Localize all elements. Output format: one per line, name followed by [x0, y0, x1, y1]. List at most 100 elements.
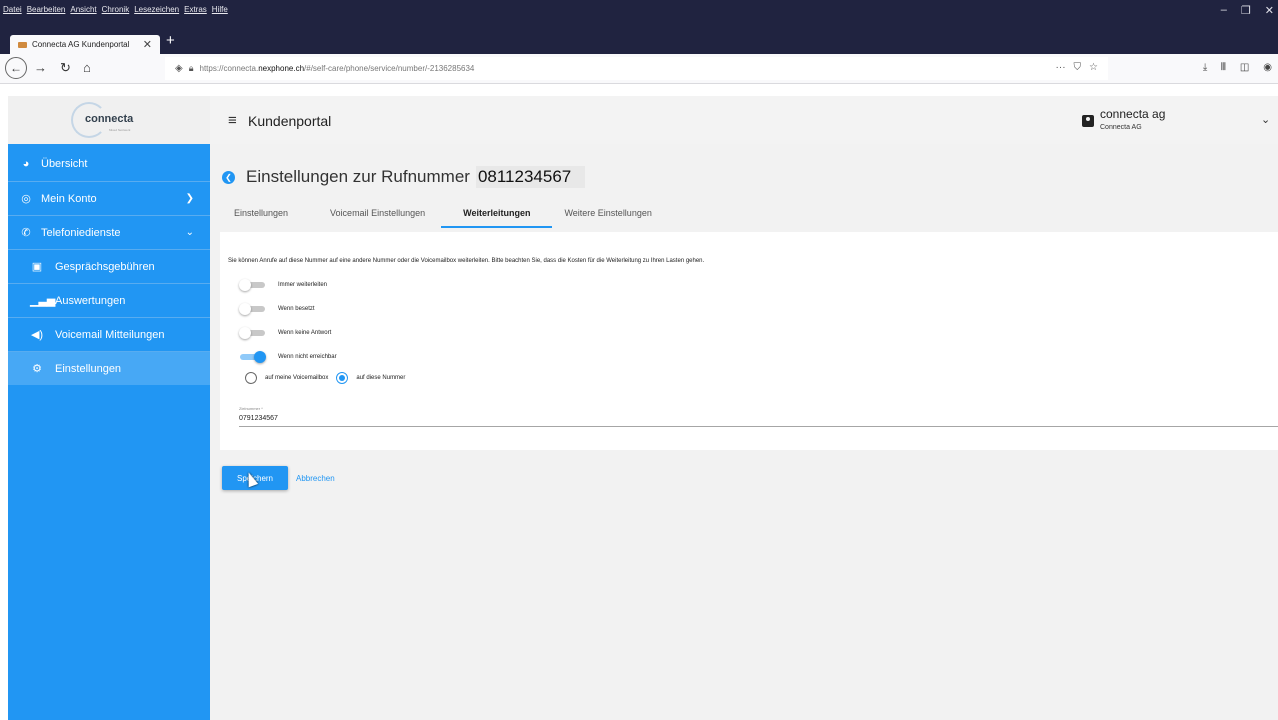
new-tab-icon[interactable]: +: [166, 32, 175, 49]
phone-number: 0811234567: [475, 166, 586, 188]
downloads-icon[interactable]: ⤓: [1203, 62, 1207, 73]
url-bar[interactable]: ◈ 🔒︎ https://connecta.nexphone.ch/#/self…: [165, 57, 1108, 80]
tab-einstellungen[interactable]: Einstellungen: [234, 202, 288, 228]
toggle-label: Wenn keine Antwort: [278, 330, 332, 336]
reload-icon[interactable]: ↻: [60, 60, 71, 76]
browser-menubar: Datei Bearbeiten Ansicht Chronik Lesezei…: [0, 0, 1278, 30]
phone-icon: ✆: [21, 227, 31, 239]
toolbar-icons: ⤓ 𝄃𝄃 ◫ ◉: [1203, 62, 1272, 73]
menu-bearbeiten[interactable]: Bearbeiten: [27, 5, 66, 14]
sidebar-item-label: Mein Konto: [41, 192, 97, 205]
restore-icon[interactable]: ❐: [1241, 4, 1251, 17]
toggle-unreachable[interactable]: [240, 350, 268, 364]
profile-icon[interactable]: ◉: [1263, 62, 1272, 73]
window-controls: – ❐ ✕: [1221, 4, 1278, 17]
cogs-icon: ⚙: [32, 363, 42, 375]
sidebar-item-einstellungen[interactable]: ⚙ Einstellungen: [8, 352, 210, 385]
toggle-always-forward[interactable]: [239, 278, 268, 292]
close-window-icon[interactable]: ✕: [1265, 4, 1274, 17]
page-title: Einstellungen zur Rufnummer: [246, 167, 470, 186]
toggle-row-always: Immer weiterleiten: [239, 278, 328, 292]
menu-datei[interactable]: Datei: [3, 5, 22, 14]
sidebar-item-label: Auswertungen: [55, 294, 126, 307]
account-circle-icon: ◎: [21, 193, 31, 205]
menu-icon[interactable]: ≡: [228, 112, 237, 129]
browser-tabstrip: Connecta AG Kundenportal ✕ +: [0, 30, 1278, 54]
forwarding-intro: Sie können Anrufe auf diese Nummer auf e…: [228, 258, 705, 264]
sidebar: connecta Mixed Netzwerk ◕ Übersicht ◎ Me…: [8, 96, 210, 720]
sidebar-item-label: Voicemail Mitteilungen: [55, 328, 165, 341]
forwarding-card: Sie können Anrufe auf diese Nummer auf e…: [220, 232, 1278, 450]
pocket-icon[interactable]: ⛉: [1074, 62, 1082, 73]
chevron-right-icon: ❯: [185, 193, 194, 204]
menu-extras[interactable]: Extras: [184, 5, 207, 14]
cancel-button[interactable]: Abbrechen: [296, 466, 335, 490]
toggle-label: Wenn besetzt: [278, 306, 315, 312]
page-actions-icon[interactable]: ···: [1056, 62, 1066, 73]
target-number-label: Zielnummer *: [239, 406, 263, 411]
radio-number[interactable]: [336, 372, 349, 384]
portal-title: Kundenportal: [248, 113, 332, 129]
logo-tagline: Mixed Netzwerk: [109, 128, 131, 132]
radio-voicemail-label[interactable]: auf meine Voicemailbox: [265, 375, 328, 381]
forward-icon[interactable]: →: [34, 60, 47, 75]
toggle-row-no-answer: Wenn keine Antwort: [239, 326, 332, 340]
dashboard-icon: ◕: [22, 157, 30, 170]
settings-tabs: Einstellungen Voicemail Einstellungen We…: [220, 202, 652, 228]
tab-weitere-einstellungen[interactable]: Weitere Einstellungen: [564, 202, 651, 228]
url-actions: ··· ⛉ ☆: [1056, 62, 1098, 73]
menu-list: Datei Bearbeiten Ansicht Chronik Lesezei…: [3, 5, 228, 14]
toggle-no-answer[interactable]: [239, 326, 268, 340]
home-icon[interactable]: ⌂: [83, 60, 91, 75]
favicon-icon: [18, 41, 27, 48]
close-tab-icon[interactable]: ✕: [143, 38, 152, 51]
account-name[interactable]: connecta ag: [1100, 107, 1165, 121]
forward-target-radios: auf meine Voicemailbox auf diese Nummer: [245, 372, 405, 384]
menu-chronik[interactable]: Chronik: [102, 5, 130, 14]
back-arrow-icon[interactable]: ❮: [222, 170, 235, 184]
minimize-icon[interactable]: –: [1221, 4, 1227, 17]
sidebar-item-label: Einstellungen: [55, 362, 122, 375]
title-row: ❮ Einstellungen zur Rufnummer 0811234567: [222, 166, 586, 188]
url-text[interactable]: https://connecta.nexphone.ch/#/self-care…: [200, 64, 475, 73]
radio-voicemail[interactable]: [245, 372, 257, 384]
tab-voicemail-einstellungen[interactable]: Voicemail Einstellungen: [330, 202, 425, 228]
sidebar-item-auswertungen[interactable]: ▁▃▅ Auswertungen: [8, 284, 210, 317]
menu-ansicht[interactable]: Ansicht: [70, 5, 96, 14]
account-card-icon[interactable]: [1082, 115, 1094, 127]
browser-tab[interactable]: Connecta AG Kundenportal ✕: [10, 35, 160, 54]
sidebar-item-uebersicht[interactable]: ◕ Übersicht: [8, 147, 210, 180]
sidebar-item-gespraechsgebuehren[interactable]: ▣ Gesprächsgebühren: [8, 250, 210, 283]
chevron-down-icon[interactable]: ⌄: [1261, 113, 1270, 126]
app-header: ≡ Kundenportal connecta ag Connecta AG ⌄: [210, 96, 1278, 144]
logo-area: connecta Mixed Netzwerk: [8, 96, 210, 144]
menu-lesezeichen[interactable]: Lesezeichen: [134, 5, 179, 14]
sidebar-item-voicemail-mitteilungen[interactable]: ◀) Voicemail Mitteilungen: [8, 318, 210, 351]
toggle-label: Immer weiterleiten: [278, 282, 328, 288]
radio-number-label[interactable]: auf diese Nummer: [356, 375, 405, 381]
back-icon[interactable]: ←: [5, 57, 27, 79]
tab-weiterleitungen[interactable]: Weiterleitungen: [440, 202, 553, 228]
sidebar-item-label: Gesprächsgebühren: [55, 260, 155, 273]
tracking-shield-icon[interactable]: ◈: [175, 63, 183, 74]
sidebar-item-label: Übersicht: [41, 157, 88, 170]
toggle-row-unreachable: Wenn nicht erreichbar: [240, 350, 337, 364]
target-number-input[interactable]: 0791234567: [239, 415, 1278, 427]
chevron-down-icon: ⌄: [185, 227, 194, 238]
logo-text: connecta: [85, 113, 134, 125]
lock-icon[interactable]: 🔒︎: [189, 63, 194, 74]
speaker-icon: ◀): [30, 329, 44, 341]
sidebar-toggle-icon[interactable]: ◫: [1240, 62, 1249, 73]
library-icon[interactable]: 𝄃𝄃: [1221, 62, 1225, 73]
menu-hilfe[interactable]: Hilfe: [212, 5, 228, 14]
main-content: ❮ Einstellungen zur Rufnummer 0811234567…: [210, 144, 1278, 720]
sidebar-item-label: Telefoniedienste: [41, 226, 121, 239]
account-company: Connecta AG: [1100, 124, 1142, 131]
connecta-logo[interactable]: connecta Mixed Netzwerk: [65, 100, 153, 140]
toggle-row-busy: Wenn besetzt: [239, 302, 315, 316]
bar-chart-icon: ▁▃▅: [30, 295, 56, 307]
bookmark-star-icon[interactable]: ☆: [1089, 62, 1098, 73]
toggle-when-busy[interactable]: [239, 302, 268, 316]
sidebar-item-telefoniedienste[interactable]: ✆ Telefoniedienste ⌄: [8, 216, 210, 249]
sidebar-item-mein-konto[interactable]: ◎ Mein Konto ❯: [8, 182, 210, 215]
